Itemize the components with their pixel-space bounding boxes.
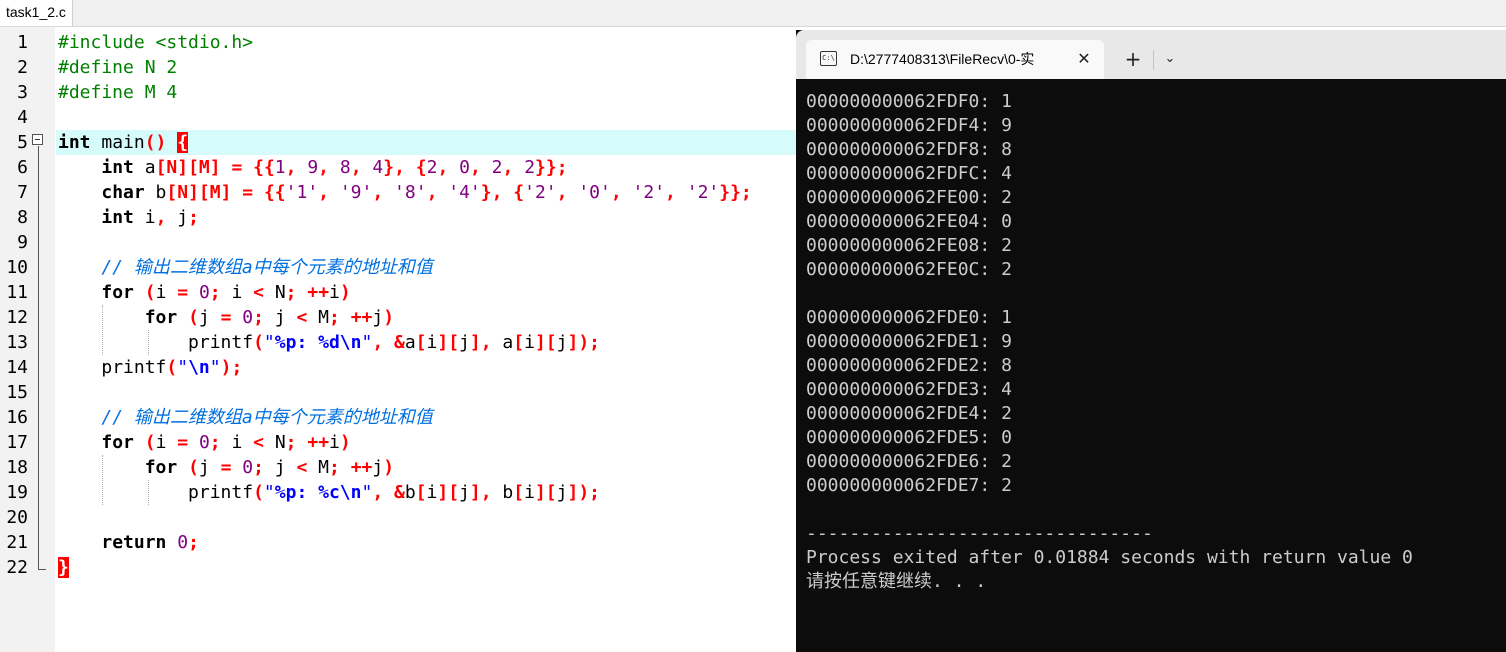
- new-tab-button[interactable]: +: [1120, 47, 1146, 71]
- continue-prompt: 请按任意键继续. . .: [806, 571, 987, 592]
- code-line-22: }: [58, 555, 798, 580]
- line-number: 19: [6, 482, 28, 503]
- output-line: 000000000062FE00: 2: [806, 187, 1012, 208]
- preprocessor-text: #define M 4: [58, 82, 178, 103]
- code-line-5: int main() {: [58, 130, 798, 155]
- output-line: 000000000062FDE0: 1: [806, 307, 1012, 328]
- comment: // 输出二维数组a中每个元素的地址和值: [101, 257, 433, 278]
- code-line-10: // 输出二维数组a中每个元素的地址和值: [58, 255, 798, 280]
- output-line: 000000000062FDE6: 2: [806, 451, 1012, 472]
- output-line: 000000000062FE0C: 2: [806, 259, 1012, 280]
- paren: (): [144, 132, 167, 153]
- preprocessor-text: #define N 2: [58, 57, 178, 78]
- tab-dropdown-button[interactable]: ⌄: [1158, 47, 1182, 71]
- output-line: 000000000062FDF4: 9: [806, 115, 1012, 136]
- terminal-window: C:\ D:\2777408313\FileRecv\0-实 ✕ + ⌄ 000…: [796, 30, 1506, 652]
- line-number: 4: [17, 107, 28, 128]
- output-line: 000000000062FE04: 0: [806, 211, 1012, 232]
- output-line: 000000000062FDE7: 2: [806, 475, 1012, 496]
- output-line: 000000000062FDFC: 4: [806, 163, 1012, 184]
- code-line-1: #include <stdio.h>: [58, 30, 798, 55]
- terminal-tab[interactable]: C:\ D:\2777408313\FileRecv\0-实 ✕: [806, 40, 1104, 79]
- terminal-output[interactable]: 000000000062FDF0: 1 000000000062FDF4: 9 …: [806, 90, 1496, 594]
- keyword: int: [101, 157, 134, 178]
- code-line-12: for (j = 0; j < M; ++j): [144, 307, 395, 328]
- identifier: a: [133, 157, 156, 178]
- line-number: 22: [6, 557, 28, 578]
- editor-tab-strip: task1_2.c: [0, 0, 1506, 27]
- file-tab-task1-2[interactable]: task1_2.c: [0, 0, 73, 26]
- code-line-13: printf("%p: %d\n", &a[i][j], a[i][j]);: [188, 332, 600, 353]
- line-number: 15: [6, 382, 28, 403]
- output-line: 000000000062FDE3: 4: [806, 379, 1012, 400]
- exit-message: Process exited after 0.01884 seconds wit…: [806, 547, 1413, 568]
- keyword: char: [101, 182, 145, 203]
- code-line-8: int i, j;: [101, 207, 199, 228]
- output-line: 000000000062FE08: 2: [806, 235, 1012, 256]
- line-number: 6: [17, 157, 28, 178]
- code-line-16: // 输出二维数组a中每个元素的地址和值: [58, 405, 798, 430]
- code-line-7: char b[N][M] = {{'1', '9', '8', '4'}, {'…: [101, 182, 752, 203]
- code-line-17: for (i = 0; i < N; ++i): [101, 432, 351, 453]
- code-line-21: return 0;: [101, 532, 199, 553]
- identifier: b: [144, 182, 167, 203]
- code-line-6: int a[N][M] = {{1, 9, 8, 4}, {2, 0, 2, 2…: [101, 157, 568, 178]
- fold-range-line: [38, 146, 39, 569]
- fold-collapse-icon[interactable]: [32, 134, 43, 145]
- line-number: 5: [17, 132, 28, 153]
- line-number: 10: [6, 257, 28, 278]
- code-line-3: #define M 4: [58, 80, 798, 105]
- brace-match-open: {: [177, 132, 189, 153]
- line-number: 20: [6, 507, 28, 528]
- terminal-titlebar: C:\ D:\2777408313\FileRecv\0-实 ✕ + ⌄: [796, 30, 1506, 79]
- line-number: 9: [17, 232, 28, 253]
- preprocessor-text: #include <stdio.h>: [58, 32, 254, 53]
- brace-match-close: }: [58, 557, 69, 578]
- line-number: 3: [17, 82, 28, 103]
- keyword: int: [101, 207, 134, 228]
- index-brackets: [N][M]: [155, 157, 221, 178]
- output-line: 000000000062FDE2: 8: [806, 355, 1012, 376]
- code-line-19: printf("%p: %c\n", &b[i][j], b[i][j]);: [188, 482, 600, 503]
- line-number: 13: [6, 332, 28, 353]
- line-number: 21: [6, 532, 28, 553]
- output-line: 000000000062FDF8: 8: [806, 139, 1012, 160]
- line-number: 17: [6, 432, 28, 453]
- line-number: 12: [6, 307, 28, 328]
- line-number: 14: [6, 357, 28, 378]
- code-line-11: for (i = 0; i < N; ++i): [101, 282, 351, 303]
- line-number: 1: [17, 32, 28, 53]
- line-number: 7: [17, 182, 28, 203]
- output-line: 000000000062FDE5: 0: [806, 427, 1012, 448]
- index-brackets: [N][M]: [166, 182, 232, 203]
- output-line: 000000000062FDE1: 9: [806, 331, 1012, 352]
- output-line: 000000000062FDF0: 1: [806, 91, 1012, 112]
- cmd-icon: C:\: [820, 51, 837, 66]
- code-line-2: #define N 2: [58, 55, 798, 80]
- line-number: 8: [17, 207, 28, 228]
- comment: // 输出二维数组a中每个元素的地址和值: [101, 407, 433, 428]
- close-tab-icon[interactable]: ✕: [1072, 47, 1096, 71]
- identifier: main: [90, 132, 145, 153]
- line-number: 18: [6, 457, 28, 478]
- line-number: 16: [6, 407, 28, 428]
- titlebar-separator: [1153, 50, 1154, 70]
- divider-line: --------------------------------: [806, 523, 1153, 544]
- fold-range-end: [38, 569, 46, 570]
- keyword: int: [58, 132, 91, 153]
- line-number: 11: [6, 282, 28, 303]
- terminal-title: D:\2777408313\FileRecv\0-实: [850, 51, 1035, 67]
- line-number: 2: [17, 57, 28, 78]
- output-line: 000000000062FDE4: 2: [806, 403, 1012, 424]
- code-line-18: for (j = 0; j < M; ++j): [144, 457, 395, 478]
- code-line-14: printf("\n");: [101, 357, 243, 378]
